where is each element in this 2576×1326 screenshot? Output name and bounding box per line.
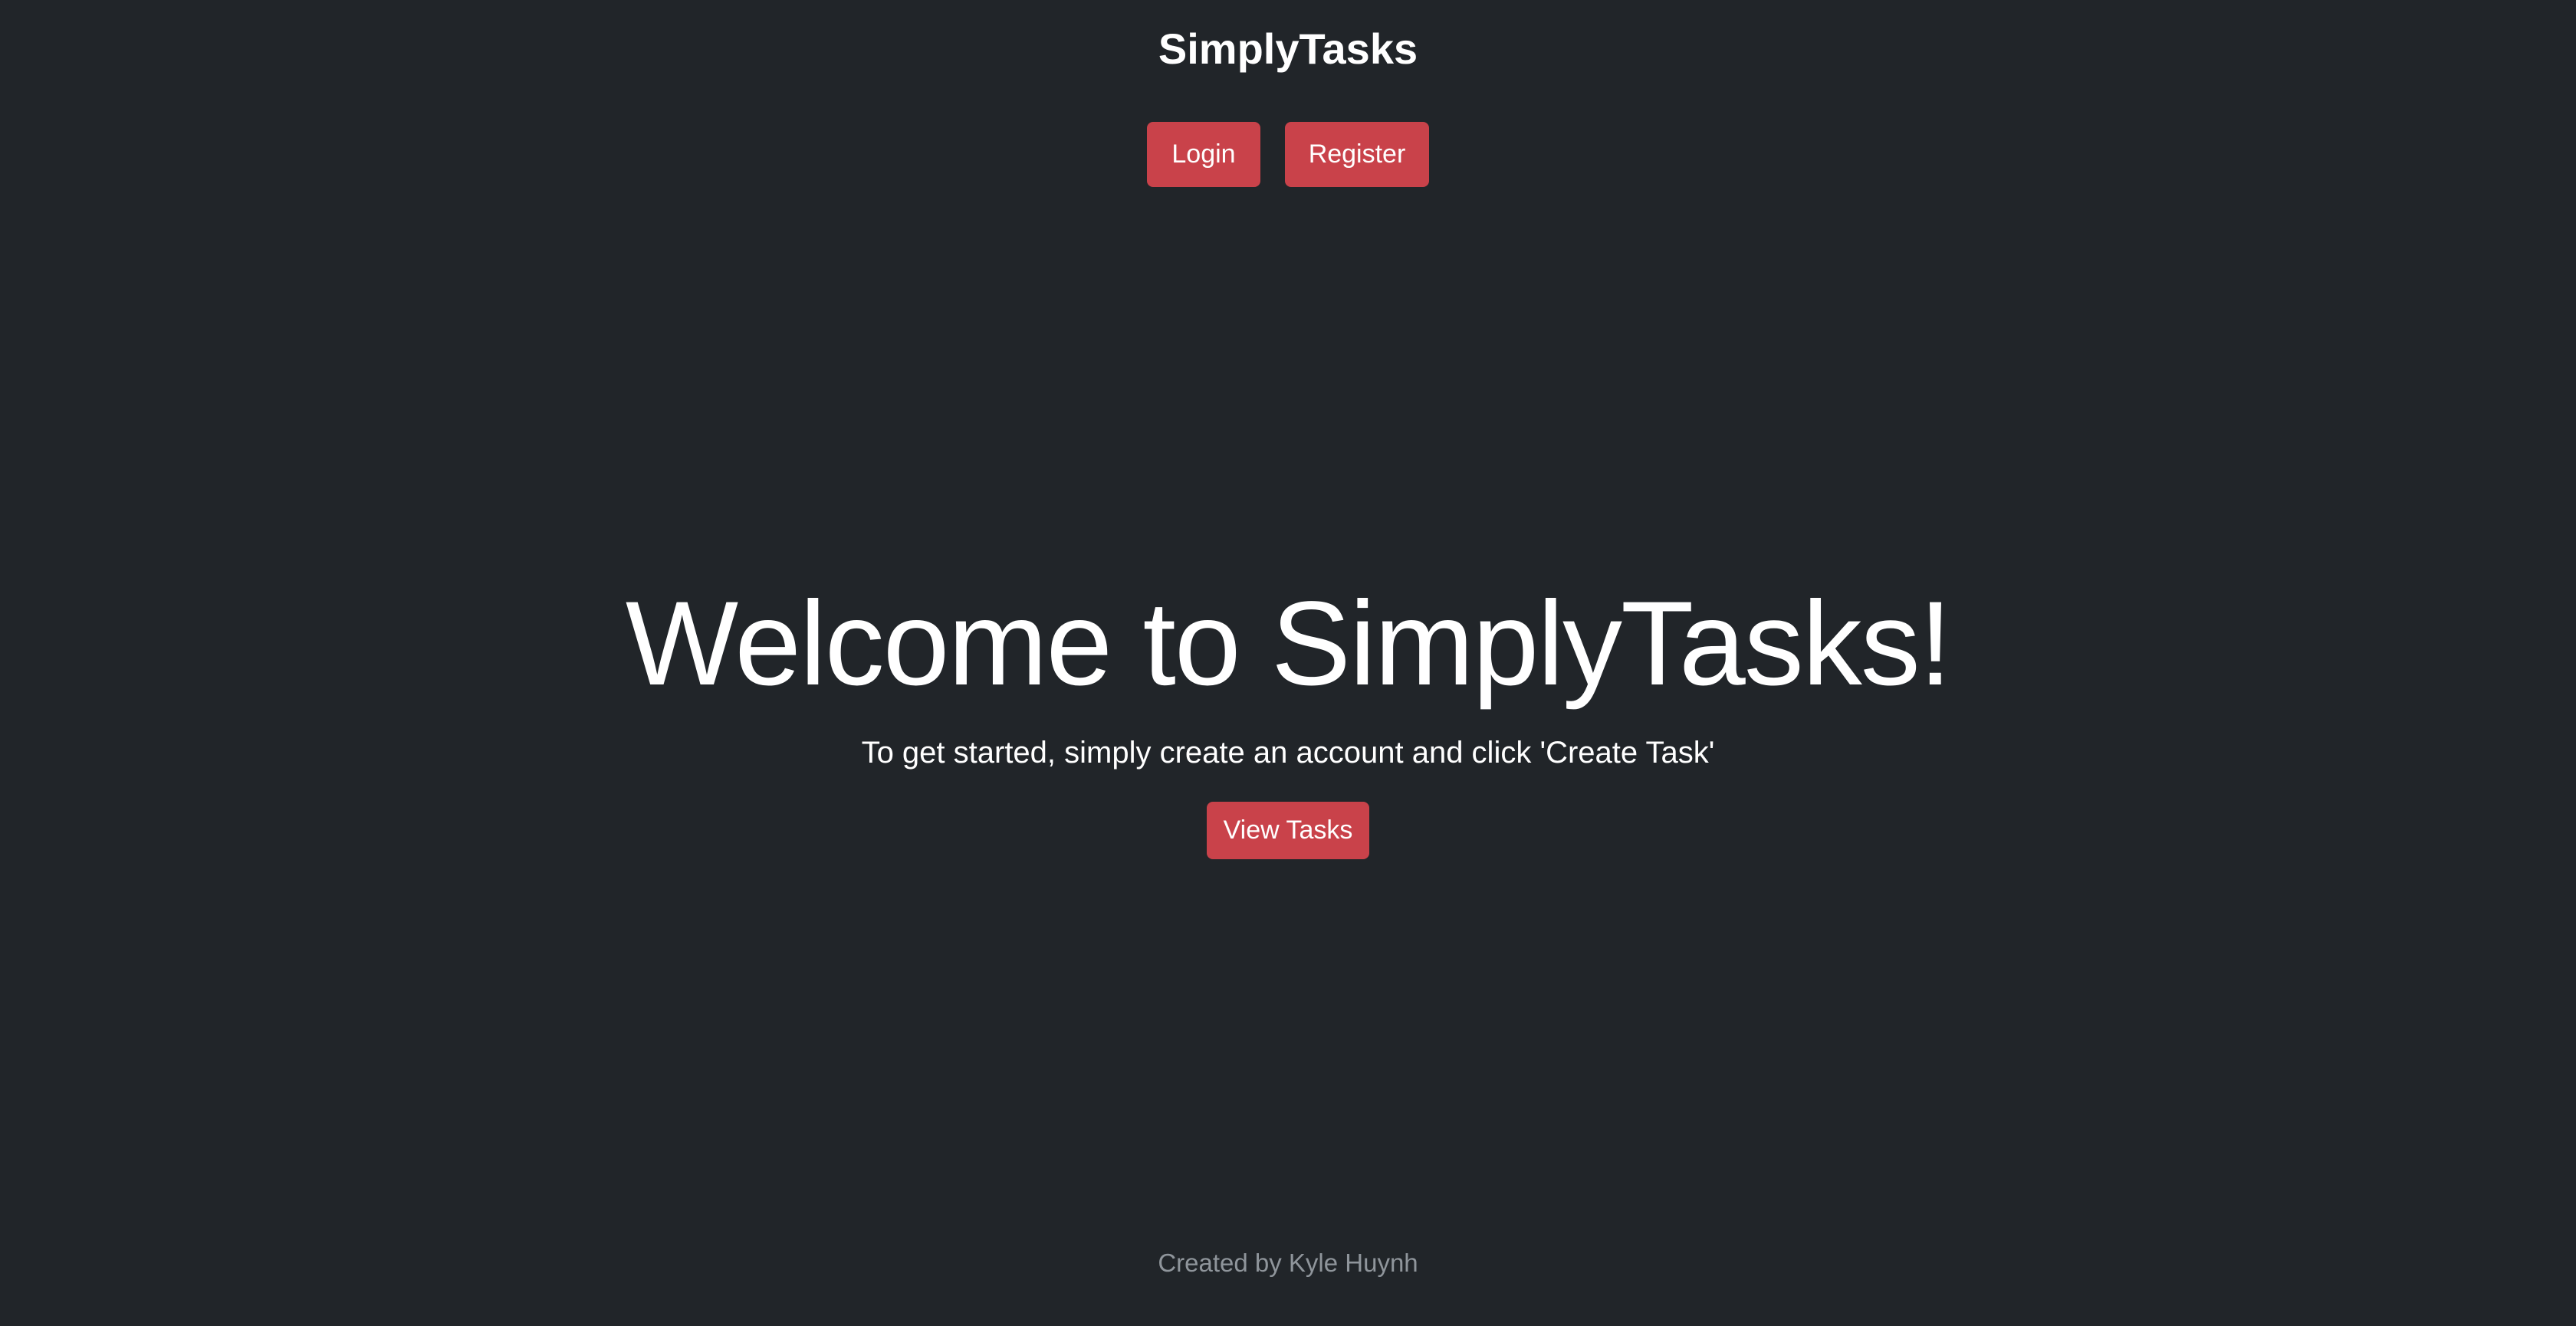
auth-nav: Login Register [0, 122, 2576, 187]
brand-title[interactable]: SimplyTasks [0, 20, 2576, 78]
hero-section: Welcome to SimplyTasks! To get started, … [0, 575, 2576, 859]
register-button[interactable]: Register [1285, 122, 1429, 187]
footer-credit: Created by Kyle Huynh [1158, 1249, 1418, 1277]
view-tasks-button[interactable]: View Tasks [1207, 802, 1369, 859]
login-button[interactable]: Login [1147, 122, 1260, 187]
welcome-heading: Welcome to SimplyTasks! [625, 577, 1952, 711]
welcome-subtitle: To get started, simply create an account… [861, 736, 1715, 770]
